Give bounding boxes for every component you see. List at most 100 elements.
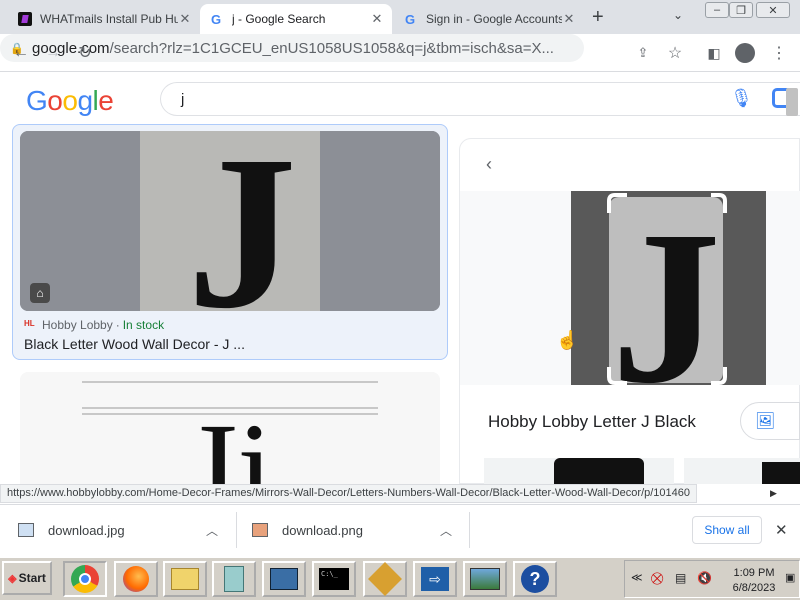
result-source-row: HL Hobby Lobby · In stock [24, 318, 165, 332]
clock-time[interactable]: 1:09 PM [729, 567, 779, 579]
ji-letters-image: Ji [20, 372, 440, 492]
folder-icon [171, 568, 199, 590]
download-item[interactable]: download.jpg ︿ [18, 504, 238, 556]
windows-flag-icon: ◈ [8, 572, 17, 585]
cmd-taskbar-button[interactable]: C:\_ [312, 561, 356, 597]
chevron-up-icon[interactable]: ︿ [206, 522, 218, 539]
scrollbar-thumb[interactable] [786, 88, 798, 116]
search-input[interactable]: j [160, 82, 800, 116]
tab-title: Sign in - Google Accounts [426, 12, 562, 26]
close-icon[interactable]: ✕ [562, 11, 576, 27]
google-logo[interactable]: Google [26, 85, 114, 117]
reload-icon[interactable]: ↻ [74, 42, 96, 64]
back-arrow-icon[interactable]: ← [10, 42, 32, 64]
help-icon: ? [521, 565, 549, 593]
forward-arrow-icon[interactable]: → [42, 42, 64, 64]
profile-avatar-icon[interactable] [735, 43, 755, 63]
result-image[interactable]: Ji [20, 372, 440, 492]
new-tab-button[interactable]: + [592, 6, 604, 29]
related-image-shape [762, 462, 800, 484]
close-icon[interactable]: ✕ [178, 11, 192, 27]
url-path: /search?rlz=1C1GCEU_enUS1058US1058&q=j&t… [109, 39, 554, 57]
hand-cursor-icon: ☝ [556, 330, 579, 350]
close-icon[interactable]: ✕ [370, 11, 384, 27]
explorer-taskbar-button[interactable] [163, 561, 207, 597]
restore-button[interactable]: ❐ [729, 2, 753, 18]
show-all-button[interactable]: Show all [692, 516, 762, 544]
network-taskbar-button[interactable] [262, 561, 306, 597]
png-file-icon [252, 523, 268, 537]
letter-j-photo: J [20, 131, 440, 311]
side-panel-icon[interactable]: ◧ [703, 42, 725, 64]
help-taskbar-button[interactable]: ? [513, 561, 557, 597]
google-icon: G [404, 11, 416, 27]
volume-muted-icon[interactable]: 🔇 [697, 571, 712, 585]
chevron-up-icon[interactable]: ︿ [440, 522, 452, 539]
tab-title: WHATmails Install Pub Hu [40, 12, 178, 26]
download-item[interactable]: download.png ︿ [252, 504, 472, 556]
result-source: Hobby Lobby [42, 318, 113, 332]
tab-google-search[interactable]: G j - Google Search ✕ [200, 4, 392, 34]
close-window-button[interactable]: ✕ [756, 2, 790, 18]
browser-toolbar: ← → ↻ 🔒 google.com/search?rlz=1C1GCEU_en… [0, 34, 800, 72]
whatmails-icon [18, 12, 32, 26]
status-url-bubble: https://www.hobbylobby.com/Home-Decor-Fr… [0, 484, 697, 503]
start-label: Start [18, 571, 46, 585]
transfer-arrow-icon: ⇨ [421, 567, 449, 591]
download-filename: download.png [282, 522, 363, 538]
related-image[interactable] [684, 458, 800, 484]
chrome-taskbar-button[interactable] [63, 561, 107, 597]
image-viewer-icon [470, 568, 500, 590]
minimize-button[interactable]: – [705, 2, 729, 18]
tools-icon [368, 562, 402, 596]
system-tray: ≪ ⛒ ▤ 🔇 1:09 PM 6/8/2023 ▣ [624, 560, 800, 598]
share-icon[interactable]: ⇪ [632, 42, 654, 64]
related-image[interactable] [484, 458, 674, 484]
document-taskbar-button[interactable] [212, 561, 256, 597]
visit-button[interactable]: 🖼 [740, 402, 800, 440]
search-query: j [181, 91, 185, 108]
tab-google-accounts[interactable]: G Sign in - Google Accounts ✕ [394, 4, 584, 34]
result-image[interactable]: J ⌂ [20, 131, 440, 311]
network-computer-icon [270, 568, 298, 590]
ji-text: Ji [187, 397, 274, 492]
start-button[interactable]: ◈ Start [2, 561, 52, 595]
network-error-icon[interactable]: ⛒ [651, 571, 663, 586]
back-chevron-icon[interactable]: ‹ [486, 154, 492, 175]
mic-icon[interactable]: 🎙 [730, 88, 753, 109]
stock-badge: In stock [122, 318, 165, 332]
tools-taskbar-button[interactable] [363, 561, 407, 597]
tab-title: j - Google Search [232, 12, 326, 26]
download-filename: download.jpg [48, 522, 125, 538]
tab-whatmails[interactable]: WHATmails Install Pub Hu ✕ [10, 4, 200, 34]
divider [236, 512, 237, 548]
display-icon[interactable]: ▤ [675, 571, 686, 585]
j-letter: J [611, 191, 721, 385]
clock-date[interactable]: 6/8/2023 [729, 582, 779, 594]
tab-search-chevron-icon[interactable]: ⌄ [673, 8, 683, 22]
divider [469, 512, 470, 548]
menu-kebab-icon[interactable]: ⋮ [768, 42, 790, 64]
command-prompt-icon: C:\_ [319, 568, 349, 590]
firefox-taskbar-button[interactable] [114, 561, 158, 597]
document-icon [224, 566, 244, 592]
image-icon: 🖼 [755, 413, 776, 430]
letter-j-preview: J [571, 191, 766, 385]
tray-expand-icon[interactable]: ≪ [631, 571, 643, 584]
notification-icon[interactable]: ▣ [785, 571, 795, 584]
jpg-file-icon [18, 523, 34, 537]
chrome-icon [71, 565, 99, 593]
result-title[interactable]: Black Letter Wood Wall Decor - J ... [24, 336, 245, 352]
preview-image[interactable]: J [571, 191, 766, 385]
tag-icon: ⌂ [30, 283, 50, 303]
google-icon: G [210, 11, 222, 27]
panel-title[interactable]: Hobby Lobby Letter J Black [488, 412, 696, 432]
j-letter: J [187, 131, 297, 311]
bookmark-star-icon[interactable]: ☆ [664, 42, 686, 64]
related-image-shape [554, 458, 644, 484]
image-viewer-taskbar-button[interactable] [463, 561, 507, 597]
close-shelf-icon[interactable]: ✕ [775, 521, 788, 539]
scroll-right-arrow-icon[interactable]: ▶ [770, 488, 777, 499]
transfer-taskbar-button[interactable]: ⇨ [413, 561, 457, 597]
firefox-icon [123, 566, 149, 592]
